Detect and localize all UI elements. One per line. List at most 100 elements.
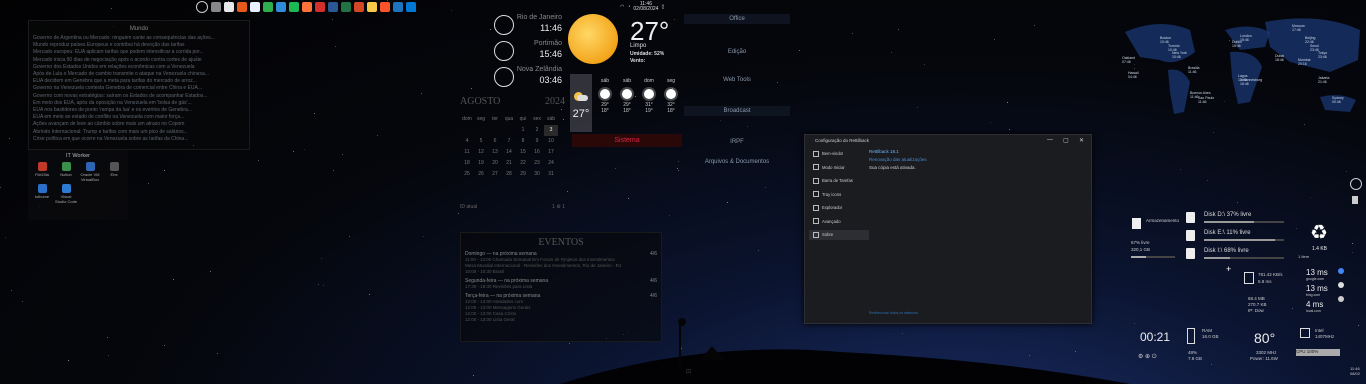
news-item[interactable]: Abrindo Internacional: Trump e tarifas c… (29, 129, 249, 136)
app-shortcut[interactable]: Notion (55, 162, 77, 182)
brave-icon[interactable] (380, 2, 390, 12)
nav-item-bem-vindo[interactable]: Bem-vindo! (809, 149, 869, 159)
minimize-button[interactable]: — (1047, 137, 1053, 143)
close-button[interactable]: ✕ (1079, 137, 1084, 144)
news-item[interactable]: EUA em meio ao estado de conflito na Ven… (29, 114, 249, 121)
calendar-day[interactable]: 23 (530, 158, 544, 169)
link-office[interactable]: Office (684, 14, 790, 24)
app-shortcut[interactable]: FileZilla (31, 162, 53, 182)
news-item[interactable]: Após de Lula o Mercado de cambio transmi… (29, 71, 249, 78)
wifi-icon[interactable]: ◠ (620, 4, 624, 10)
news-item[interactable]: Governo com novas estratégias: saíram os… (29, 93, 249, 100)
calendar-day[interactable]: 30 (530, 169, 544, 180)
calendar-day[interactable]: 17 (544, 147, 558, 158)
nav-item-tray-icons[interactable]: Tray icons (809, 190, 869, 200)
news-item[interactable]: Em meio dos EUA, após da oposição na Ven… (29, 100, 249, 107)
storage-free: 67% livre (1131, 240, 1150, 245)
news-item[interactable]: EUA nos bastidores de ponto 'rampa da lu… (29, 107, 249, 114)
volume-icon[interactable]: ◔ (627, 4, 630, 10)
calendar-day[interactable]: 29 (516, 169, 530, 180)
calendar-day[interactable]: 3 (544, 125, 558, 136)
notion-icon[interactable] (237, 2, 247, 12)
calendar-day[interactable]: 15 (516, 147, 530, 158)
firefox-icon[interactable] (302, 2, 312, 12)
edge-icon[interactable] (276, 2, 286, 12)
recycle-bin-icon[interactable]: ♻ (1310, 220, 1328, 245)
calendar-day[interactable]: 20 (488, 158, 502, 169)
news-item[interactable]: EUA decidem em Genebra que a meta para t… (29, 78, 249, 85)
nav-item-sobre[interactable]: Sobre (809, 230, 869, 240)
news-item[interactable]: Mercado europeu: EUA aplicam tarifas que… (29, 49, 249, 56)
side-user-icon[interactable] (1350, 178, 1362, 190)
side-doc-icon[interactable] (1352, 196, 1358, 204)
calendar-day[interactable]: 18 (460, 158, 474, 169)
news-item[interactable]: Governo de Argentina ou Mercado: ninguém… (29, 35, 249, 42)
calendar-day[interactable]: 31 (544, 169, 558, 180)
powerpoint-icon[interactable] (354, 2, 364, 12)
event-item[interactable]: 17:30 - 18:30 Revisões para Lista (461, 284, 661, 290)
app-subtitle[interactable]: Renovação das atualizações (869, 157, 927, 162)
calendar-day[interactable]: 19 (474, 158, 488, 169)
add-icon[interactable]: + (1226, 264, 1231, 274)
calendar-day[interactable]: 24 (544, 158, 558, 169)
link-irpf[interactable]: IRPF (684, 139, 790, 145)
file-explorer-icon[interactable] (367, 2, 377, 12)
event-item[interactable]: 10:00 - 10:30 Brasil (461, 269, 661, 275)
calendar-day[interactable]: 16 (530, 147, 544, 158)
windows-logo-icon[interactable] (196, 1, 208, 13)
calendar-day[interactable]: 6 (488, 136, 502, 147)
calendar-day[interactable]: 14 (502, 147, 516, 158)
calendar-day[interactable]: 9 (530, 136, 544, 147)
news-item[interactable]: Governo dos Estados Unidos em relações e… (29, 64, 249, 71)
app-shortcut[interactable]: kdhome (31, 184, 53, 204)
news-item[interactable]: Crise política em que ocorre na Venezuel… (29, 136, 249, 143)
calendar-day[interactable]: 7 (502, 136, 516, 147)
outlook-icon[interactable] (406, 2, 416, 12)
opera-icon[interactable] (315, 2, 325, 12)
calendar-day[interactable]: 4 (460, 136, 474, 147)
chrome-icon[interactable] (224, 2, 234, 12)
calendar-day[interactable]: 11 (460, 147, 474, 158)
calendar-day[interactable]: 10 (544, 136, 558, 147)
news-item[interactable]: Mundo reproduz países Europeus e contrib… (29, 42, 249, 49)
link-edicao[interactable]: Edição (684, 49, 790, 55)
excel-icon[interactable] (341, 2, 351, 12)
link-broadcast[interactable]: Broadcast (684, 106, 790, 116)
calendar-day[interactable]: 22 (516, 158, 530, 169)
calendar-day[interactable]: 26 (474, 169, 488, 180)
nav-item-explorador[interactable]: Explorador (809, 203, 869, 213)
news-item[interactable]: Ações avançam de leve ao câmbio sobre ma… (29, 121, 249, 128)
calendar-day[interactable]: 5 (474, 136, 488, 147)
word-icon[interactable] (328, 2, 338, 12)
link-web-tools[interactable]: Web Tools (684, 77, 790, 83)
calendar-day[interactable]: 28 (502, 169, 516, 180)
notepad-icon[interactable] (211, 2, 221, 12)
notification-icon[interactable]: ▯ (661, 4, 664, 10)
calendar-footer-right[interactable]: 1 ⚙ 1 (552, 204, 565, 210)
office-icon[interactable] (250, 2, 260, 12)
app-shortcut[interactable]: Visual Studio Code (55, 184, 77, 204)
spotify-icon[interactable] (289, 2, 299, 12)
news-item[interactable]: Governo na Venezuela contesta Genebra de… (29, 85, 249, 92)
app-shortcut[interactable]: Oracle VM VirtualBox (79, 162, 101, 182)
calendar-day[interactable]: 13 (488, 147, 502, 158)
calendar-day[interactable]: 27 (488, 169, 502, 180)
mail-icon[interactable] (393, 2, 403, 12)
nav-item-barra-de-tarefas[interactable]: Barra de Tarefas (809, 176, 869, 186)
maximize-button[interactable]: ▢ (1063, 137, 1069, 144)
calendar-day[interactable]: 12 (474, 147, 488, 158)
calendar-day[interactable]: 2 (530, 125, 544, 136)
news-item[interactable]: Mercado inicia 90 dias de negociação apó… (29, 57, 249, 64)
app-shortcut[interactable]: Ebs (103, 162, 125, 182)
calendar-day[interactable]: 25 (460, 169, 474, 180)
weekday-label: sex (533, 116, 541, 122)
nav-item-modo-iniciar[interactable]: Modo Iniciar (809, 163, 869, 173)
whatsapp-icon[interactable] (263, 2, 273, 12)
calendar-day[interactable]: 8 (516, 136, 530, 147)
nav-item-avan-ado[interactable]: Avançado (809, 217, 869, 227)
sun-icon (600, 89, 610, 99)
sistema-button[interactable]: Sistema (572, 134, 682, 147)
calendar-day[interactable]: 1 (516, 125, 530, 136)
calendar-day[interactable]: 21 (502, 158, 516, 169)
link-arquivos[interactable]: Arquivos & Documentos (684, 159, 790, 165)
